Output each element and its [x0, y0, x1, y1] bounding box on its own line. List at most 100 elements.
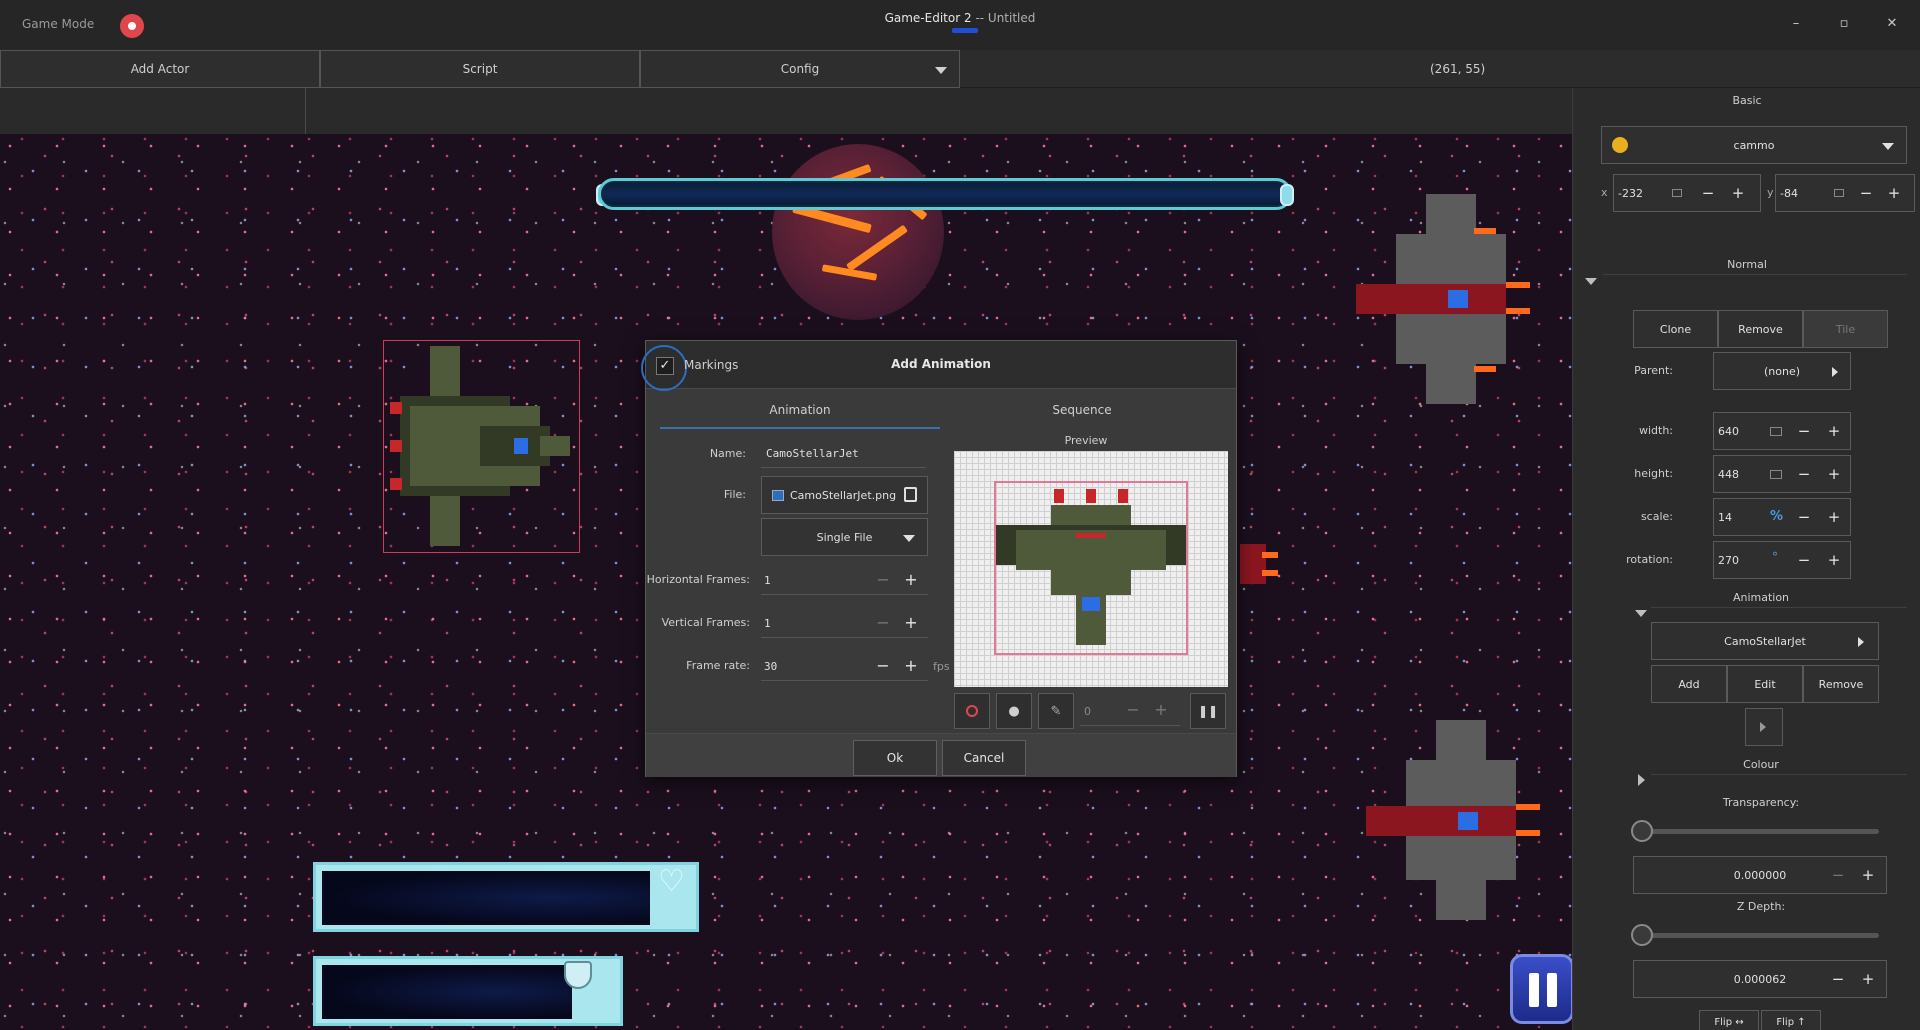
collapse-normal-icon[interactable]: [1585, 278, 1597, 285]
zdepth-slider-handle[interactable]: [1631, 924, 1653, 946]
degree-icon: °: [1772, 550, 1778, 564]
zdepth-slider-track[interactable]: [1635, 933, 1879, 938]
frame-decrement[interactable]: −: [1124, 701, 1142, 719]
height-increment[interactable]: +: [1826, 466, 1842, 482]
remove-actor-button[interactable]: Remove: [1718, 310, 1803, 348]
framerate-decrement[interactable]: −: [874, 657, 892, 675]
player-ship-sprite[interactable]: [390, 346, 580, 546]
parent-value: (none): [1763, 364, 1801, 378]
scale-value: 14: [1718, 510, 1732, 524]
flip-horizontal-button[interactable]: Flip ↔: [1699, 1010, 1759, 1030]
vframes-input[interactable]: 1: [764, 617, 771, 630]
anim-remove-button[interactable]: Remove: [1803, 665, 1879, 703]
name-input[interactable]: CamoStellarJet: [766, 447, 859, 460]
enemy-ship-sprite[interactable]: [1240, 524, 1280, 604]
shield-icon: [564, 961, 592, 989]
tab-sequence[interactable]: Sequence: [942, 391, 1222, 429]
config-dropdown[interactable]: Config: [640, 50, 960, 88]
anim-edit-button[interactable]: Edit: [1727, 665, 1803, 703]
x-field[interactable]: -232 − +: [1613, 174, 1761, 212]
transparency-field[interactable]: 0.000000 − +: [1633, 856, 1887, 894]
spin-icon: [1834, 189, 1844, 197]
width-field[interactable]: 640 − +: [1713, 412, 1851, 450]
spin-icon: [1770, 470, 1782, 479]
play-animation-button[interactable]: [1745, 708, 1783, 746]
record-frame-button[interactable]: [954, 693, 990, 729]
transparency-increment[interactable]: +: [1860, 867, 1876, 883]
pencil-icon: ✎: [1050, 703, 1062, 719]
enemy-ship-sprite[interactable]: [1366, 720, 1556, 920]
scale-decrement[interactable]: −: [1796, 509, 1812, 525]
zdepth-field[interactable]: 0.000062 − +: [1633, 960, 1887, 998]
zdepth-increment[interactable]: +: [1860, 971, 1876, 987]
enemy-ship-sprite[interactable]: [1356, 194, 1546, 404]
script-button[interactable]: Script: [320, 50, 640, 88]
name-label: Name:: [709, 447, 746, 460]
minimize-button[interactable]: –: [1786, 14, 1806, 34]
rotation-increment[interactable]: +: [1826, 552, 1842, 568]
planet-sprite[interactable]: [772, 144, 944, 320]
animation-select[interactable]: CamoStellarJet: [1651, 622, 1879, 660]
height-field[interactable]: 448 − +: [1713, 455, 1851, 493]
boss-health-bar[interactable]: [598, 178, 1292, 210]
y-decrement[interactable]: −: [1858, 185, 1874, 201]
close-button[interactable]: ✕: [1882, 14, 1902, 34]
file-name: CamoStellarJet.png: [790, 488, 897, 502]
cancel-button[interactable]: Cancel: [942, 740, 1026, 776]
parent-select[interactable]: (none): [1713, 352, 1851, 390]
rotation-field[interactable]: 270 ° − +: [1713, 541, 1851, 579]
transparency-decrement[interactable]: −: [1830, 867, 1846, 883]
height-decrement[interactable]: −: [1796, 466, 1812, 482]
transparency-slider-track[interactable]: [1635, 829, 1879, 834]
pause-preview-button[interactable]: ❚❚: [1190, 693, 1226, 729]
pause-button[interactable]: [1510, 954, 1572, 1024]
rotation-value: 270: [1718, 553, 1739, 567]
ok-button[interactable]: Ok: [853, 740, 937, 776]
width-increment[interactable]: +: [1826, 423, 1842, 439]
zdepth-decrement[interactable]: −: [1830, 971, 1846, 987]
lava-crack: [846, 224, 908, 272]
clone-button[interactable]: Clone: [1633, 310, 1718, 348]
hframes-decrement[interactable]: −: [874, 571, 892, 589]
flip-vertical-button[interactable]: Flip ↑: [1761, 1010, 1821, 1030]
frame-counter: 0: [1084, 705, 1091, 718]
scale-increment[interactable]: +: [1826, 509, 1842, 525]
x-decrement[interactable]: −: [1700, 185, 1716, 201]
hframes-increment[interactable]: +: [902, 571, 920, 589]
onion-skin-button[interactable]: ●: [996, 693, 1032, 729]
transparency-slider-handle[interactable]: [1631, 820, 1653, 842]
add-actor-button[interactable]: Add Actor: [0, 50, 320, 88]
vframes-increment[interactable]: +: [902, 614, 920, 632]
tab-animation[interactable]: Animation: [660, 391, 940, 429]
width-decrement[interactable]: −: [1796, 423, 1812, 439]
framerate-increment[interactable]: +: [902, 657, 920, 675]
file-mode-dropdown[interactable]: Single File: [761, 518, 928, 556]
expand-colour-icon[interactable]: [1638, 774, 1645, 786]
x-label: x: [1601, 186, 1608, 199]
y-field[interactable]: -84 − +: [1775, 174, 1915, 212]
tile-button[interactable]: Tile: [1803, 310, 1888, 348]
frame-increment[interactable]: +: [1152, 701, 1170, 719]
cursor-coordinates: (261, 55): [1430, 62, 1486, 76]
framerate-input[interactable]: 30: [764, 660, 777, 673]
hframes-input[interactable]: 1: [764, 574, 771, 587]
scale-field[interactable]: 14 % − +: [1713, 498, 1851, 536]
title-bar: Game Mode Game-Editor 2 -- Untitled – ▫ …: [0, 0, 1920, 50]
vframes-decrement[interactable]: −: [874, 614, 892, 632]
maximize-button[interactable]: ▫: [1834, 14, 1854, 34]
game-editor-window: Game Mode Game-Editor 2 -- Untitled – ▫ …: [0, 0, 1920, 1030]
anim-add-button[interactable]: Add: [1651, 665, 1727, 703]
animation-preview[interactable]: [954, 451, 1228, 687]
actor-select[interactable]: cammo: [1601, 126, 1907, 164]
play-icon: [1760, 722, 1766, 732]
divider: [305, 88, 306, 134]
vframes-label: Vertical Frames:: [661, 616, 750, 629]
collapse-animation-icon[interactable]: [1635, 610, 1647, 617]
file-picker[interactable]: CamoStellarJet.png: [761, 476, 928, 514]
edit-frame-button[interactable]: ✎: [1038, 693, 1074, 729]
rotation-decrement[interactable]: −: [1796, 552, 1812, 568]
add-animation-dialog: ✓ Markings Add Animation Animation Seque…: [641, 340, 1237, 777]
x-increment[interactable]: +: [1730, 185, 1746, 201]
height-label: height:: [1634, 467, 1673, 480]
y-increment[interactable]: +: [1886, 185, 1902, 201]
